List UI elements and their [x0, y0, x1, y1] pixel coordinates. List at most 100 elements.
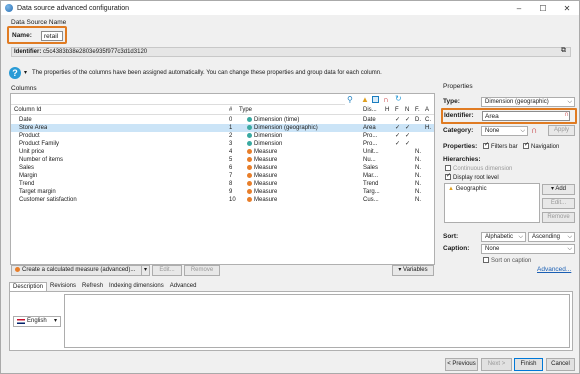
name-input[interactable]: retail	[41, 31, 63, 41]
table-row[interactable]: Unit price 4 Measure Unit... N.	[11, 148, 434, 156]
dimension-icon	[247, 132, 252, 138]
cell-type: Measure	[247, 156, 277, 164]
edit-hierarchy-button[interactable]: Edit...	[542, 198, 575, 209]
remove-hierarchy-button[interactable]: Remove	[542, 212, 575, 223]
type-select[interactable]: Dimension (geographic) ⌵	[481, 97, 575, 107]
previous-button[interactable]: < Previous	[445, 358, 478, 371]
category-magnet-icon[interactable]: ∩	[531, 125, 538, 135]
help-icon[interactable]: ?	[9, 67, 21, 79]
search-icon[interactable]: ⚲	[347, 95, 353, 104]
hierarchy-icon: ▲	[448, 186, 454, 192]
create-measure-button[interactable]: Create a calculated measure (advanced)..…	[11, 265, 142, 276]
cell-type-text: Measure	[254, 197, 278, 203]
cell-num: 7	[229, 173, 233, 179]
continuous-dimension-checkbox[interactable]: Continuous dimension	[445, 165, 512, 172]
refresh-icon[interactable]: ↻	[395, 94, 402, 103]
cell-id: Target margin	[19, 189, 56, 195]
header-column-id[interactable]: Column Id	[14, 106, 41, 115]
measure-icon	[247, 172, 252, 178]
header-f[interactable]: F	[395, 106, 399, 115]
sort-on-caption-label: Sort on caption	[491, 258, 532, 264]
hierarchy-icon[interactable]: ▲	[361, 95, 369, 104]
chevron-down-icon: ⌵	[518, 234, 523, 240]
cell-num: 0	[229, 117, 233, 123]
caption-select[interactable]: None ⌵	[481, 244, 575, 254]
filters-bar-checkbox[interactable]: Filters bar	[483, 141, 518, 150]
minimize-button[interactable]: –	[507, 1, 531, 15]
language-value: English	[27, 318, 47, 324]
table-row[interactable]: Sales 6 Measure Sales N.	[11, 164, 434, 172]
hierarchy-list: ▲ Geographic	[444, 183, 540, 223]
table-row[interactable]: Store Area 1 Dimension (geographic) Area ✓ ✓ H…	[11, 124, 434, 132]
properties-panel: Properties Type: Dimension (geographic) ⌵…	[441, 83, 577, 288]
header-display[interactable]: Dis...	[363, 106, 377, 115]
variables-button[interactable]: ▾ Variables	[392, 265, 434, 276]
sort-order-select[interactable]: Ascending ⌵	[528, 232, 575, 242]
identifier-label: Identifier:	[14, 49, 42, 55]
measure-icon	[247, 196, 252, 202]
chevron-down-icon[interactable]: ▾	[24, 69, 27, 76]
add-hierarchy-button[interactable]: ▾ Add	[542, 184, 575, 195]
cell-id: Date	[19, 117, 32, 123]
cell-type-text: Dimension	[254, 133, 283, 139]
measure-icon	[247, 148, 252, 154]
cell-id: Number of items	[19, 157, 64, 163]
next-button[interactable]: Next >	[481, 358, 512, 371]
cell-num: 3	[229, 141, 233, 147]
empty-row	[11, 228, 434, 236]
sort-select[interactable]: Alphabetic ⌵	[481, 232, 526, 242]
navigation-label: Navigation	[531, 144, 560, 150]
table-row[interactable]: Customer satisfaction 10 Measure Cus... N.	[11, 196, 434, 204]
create-measure-dropdown[interactable]: ▾	[141, 265, 150, 276]
header-fmt[interactable]: F.	[415, 106, 420, 115]
cell-num: 9	[229, 189, 233, 195]
remove-column-button[interactable]: Remove	[184, 265, 220, 276]
table-row[interactable]: Product 2 Dimension Pro... ✓ ✓	[11, 132, 434, 140]
table-row[interactable]: Date 0 Dimension (time) Date ✓ ✓ D. C.	[11, 116, 434, 124]
table-row[interactable]: Product Family 3 Dimension Pro... ✓ ✓	[11, 140, 434, 148]
type-label: Type:	[443, 98, 460, 105]
description-textarea[interactable]	[64, 294, 570, 348]
maximize-button[interactable]: ☐	[531, 1, 555, 15]
cell-display: Mar...	[363, 173, 379, 179]
prop-identifier-input[interactable]: Area	[482, 111, 570, 121]
magnet-icon[interactable]: ∩	[383, 95, 389, 104]
cell-num: 1	[229, 125, 233, 131]
header-type[interactable]: Type	[239, 106, 252, 115]
sort-on-caption-checkbox[interactable]: Sort on caption	[483, 257, 531, 264]
table-header: Column Id # Type Dis... H F N F. A	[11, 106, 434, 115]
table-icon[interactable]	[372, 96, 379, 103]
identifier-value: c5c4383b38e2803e935f977c3d1d3120	[43, 49, 148, 55]
cell-num: 6	[229, 165, 233, 171]
table-row[interactable]: Trend 8 Measure Trend N.	[11, 180, 434, 188]
language-select[interactable]: English ▾	[13, 316, 61, 327]
category-select[interactable]: None ⌵	[481, 126, 528, 136]
edit-column-button[interactable]: Edit...	[152, 265, 182, 276]
advanced-link[interactable]: Advanced...	[537, 266, 571, 273]
copy-icon[interactable]: ⧉	[561, 47, 566, 55]
finish-button[interactable]: Finish	[514, 358, 543, 371]
header-a[interactable]: A	[425, 106, 429, 115]
table-row[interactable]: Number of items 5 Measure Nu... N.	[11, 156, 434, 164]
header-h[interactable]: H	[385, 106, 389, 115]
title-bar: Data source advanced configuration – ☐ ✕	[1, 1, 579, 15]
filter-input[interactable]	[11, 94, 345, 105]
cancel-button[interactable]: Cancel	[546, 358, 575, 371]
header-num[interactable]: #	[229, 106, 232, 115]
table-row[interactable]: Margin 7 Measure Mar... N.	[11, 172, 434, 180]
display-root-level-checkbox[interactable]: Display root level	[445, 172, 499, 181]
cell-n: ✓	[405, 141, 411, 147]
cell-n: ✓	[405, 125, 411, 131]
header-n[interactable]: N	[405, 106, 409, 115]
apply-button[interactable]: Apply	[548, 125, 575, 136]
sort-order-value: Ascending	[532, 234, 561, 240]
cell-fmt: N.	[415, 173, 421, 179]
info-text: The properties of the columns have been …	[32, 70, 382, 76]
hierarchy-item[interactable]: ▲ Geographic	[448, 186, 487, 192]
close-button[interactable]: ✕	[555, 1, 579, 15]
table-row[interactable]: Target margin 9 Measure Targ... N.	[11, 188, 434, 196]
cell-id: Customer satisfaction	[19, 197, 77, 203]
magnet-icon[interactable]: ∩	[564, 111, 569, 118]
navigation-checkbox[interactable]: Navigation	[523, 141, 560, 150]
cell-type-text: Dimension	[254, 141, 283, 147]
